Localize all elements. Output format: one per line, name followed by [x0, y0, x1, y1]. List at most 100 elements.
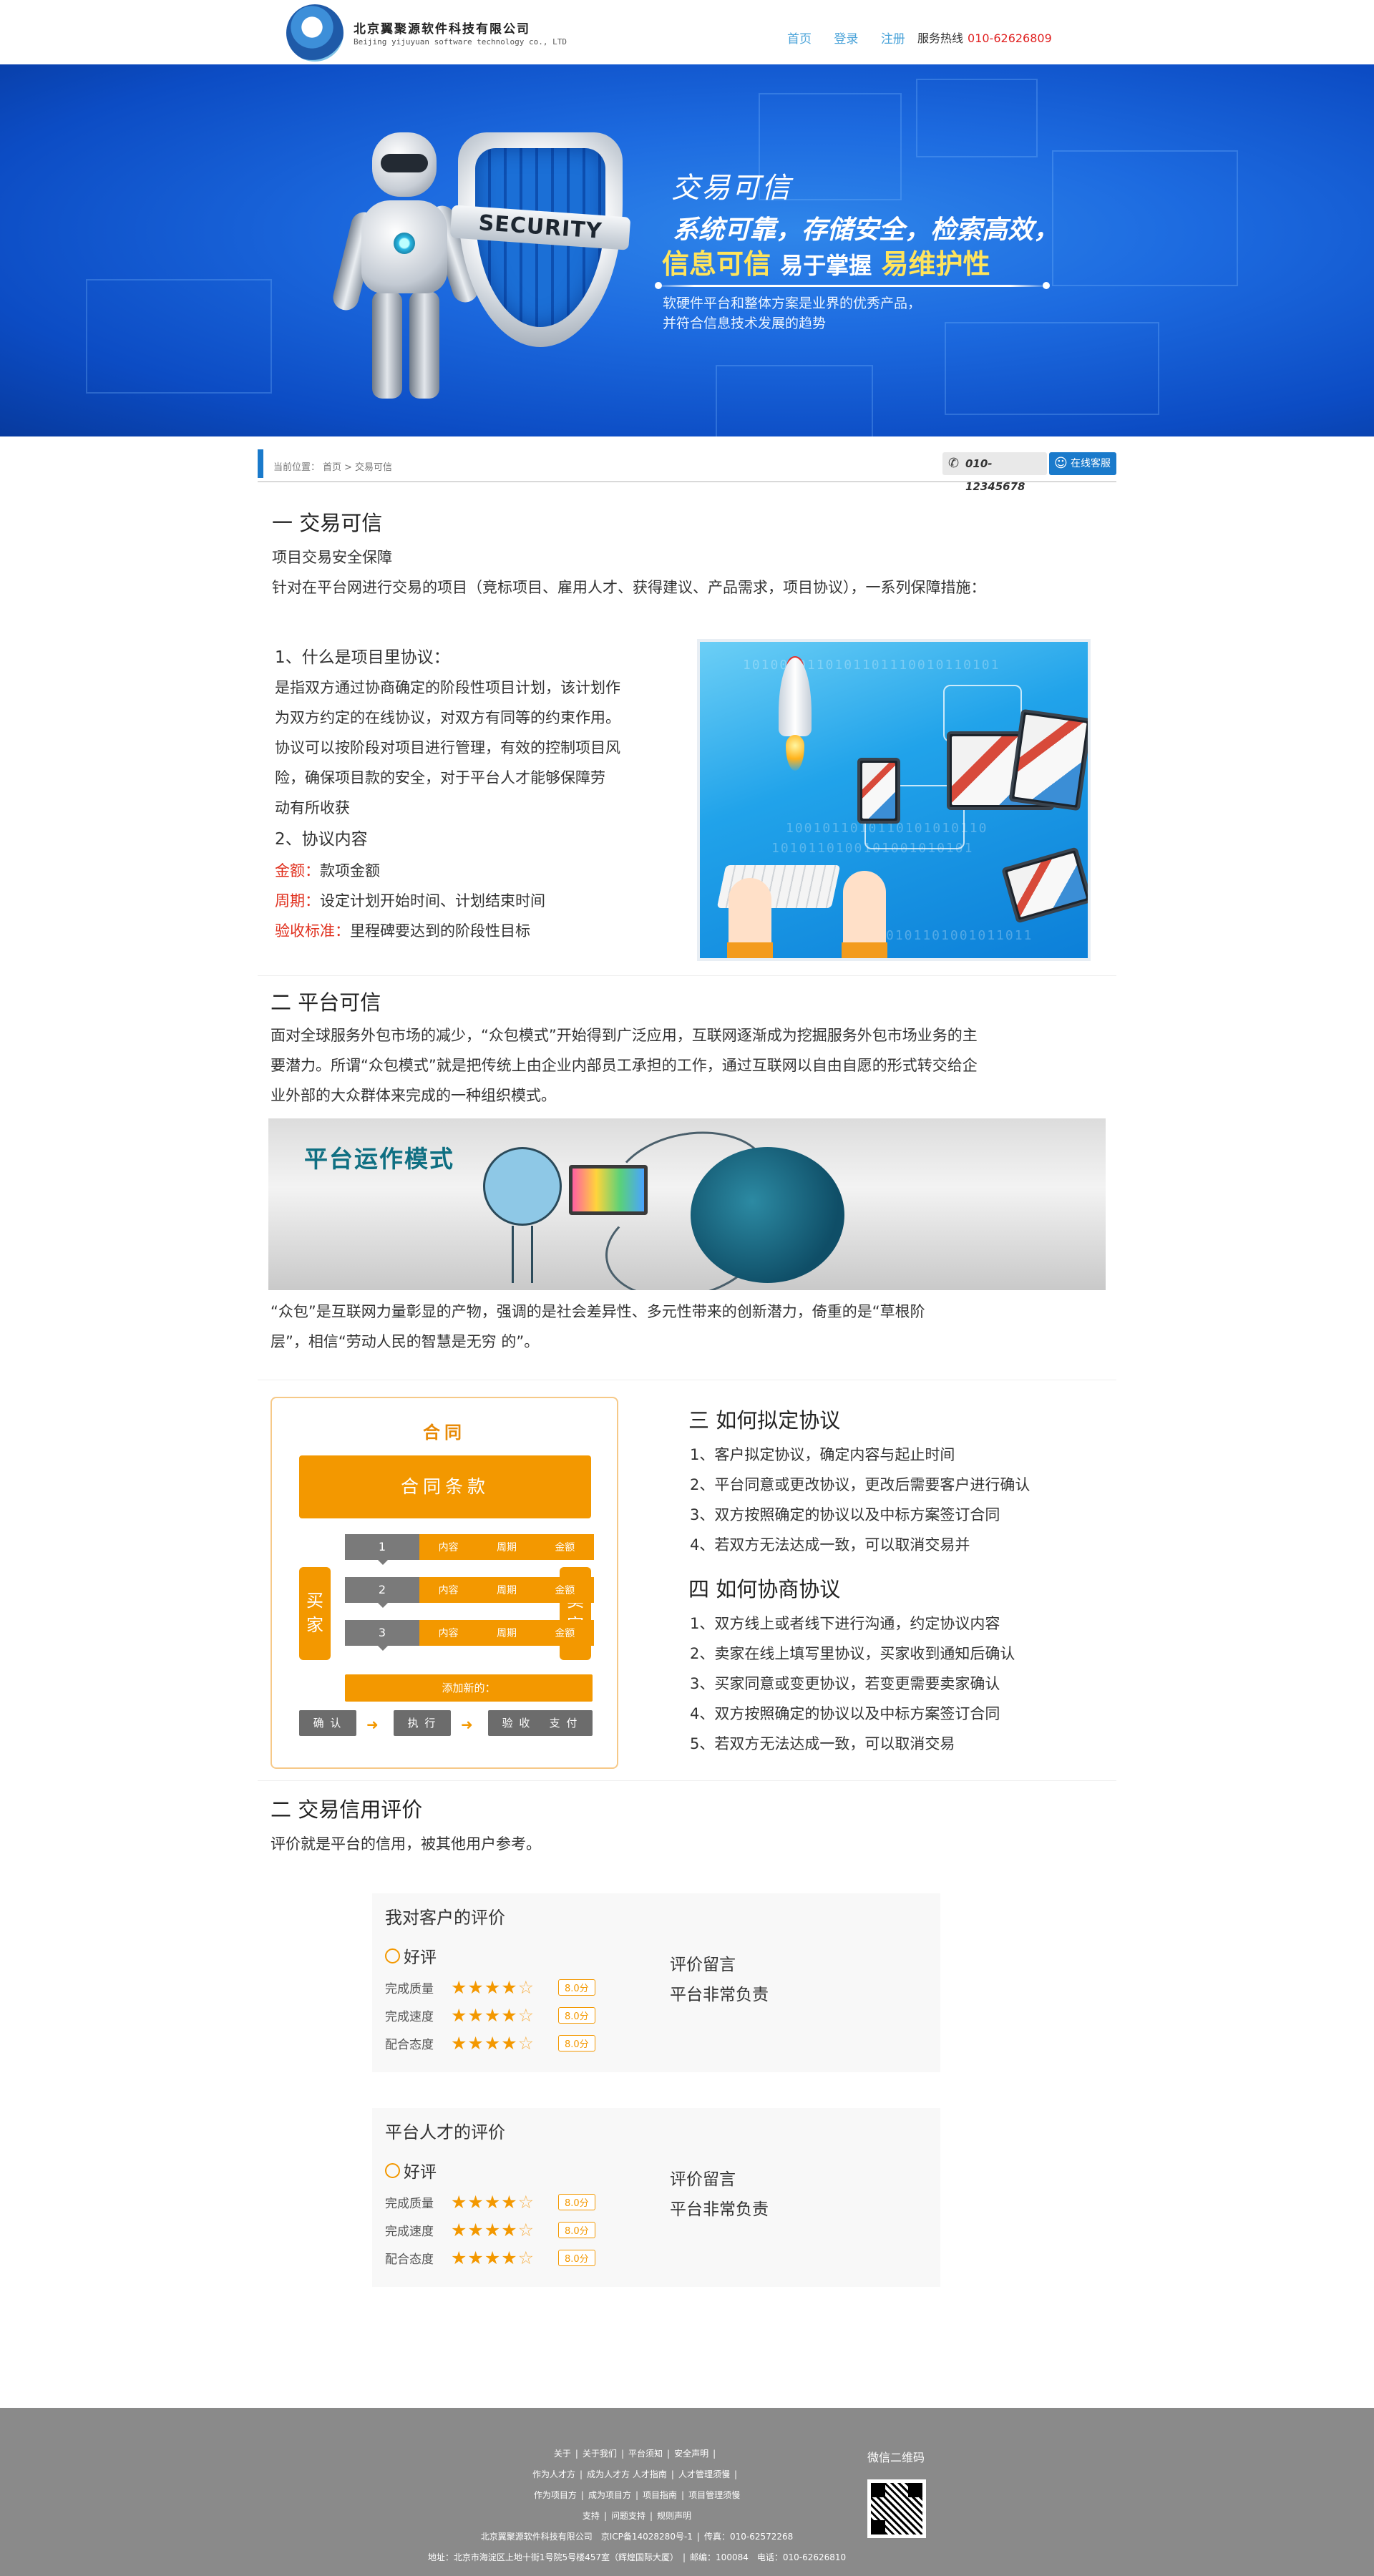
contract-row: 3 内容 周期 金额: [345, 1620, 594, 1651]
footer-link[interactable]: 支持: [583, 2511, 600, 2521]
question-heading: 2、协议内容: [275, 830, 368, 849]
arrow-right-icon: ➜: [366, 1716, 379, 1733]
footer-icp: 京ICP备14028280号-1: [600, 2532, 693, 2542]
section-title-negotiate: 四 如何协商协议: [688, 1577, 841, 1601]
rating-row: 完成质量 ★★★★☆ 8.0分: [385, 2190, 595, 2214]
section-title-trade: 一 交易可信: [272, 511, 383, 535]
buyer-char: 家: [306, 1615, 323, 1635]
footer-row: 地址：北京市海淀区上地十街1号院5号楼457室（辉煌国际大厦） | 邮编：10008…: [427, 2552, 847, 2562]
section-title-credit: 二 交易信用评价: [271, 1797, 423, 1822]
rating-grade: 好评: [385, 1943, 437, 1968]
agreement-description: 是指双方通过协商确定的阶段性项目计划，该计划作 为双方约定的在线协议，对双方有同…: [275, 673, 690, 823]
item-value: 里程碑要达到的阶段性目标: [350, 922, 530, 940]
arrow-right-icon: ➜: [461, 1716, 473, 1733]
footer-row: 支持 | 问题支持 | 规则声明: [582, 2511, 692, 2521]
footer-link[interactable]: 项目管理须慢: [688, 2490, 740, 2500]
nav-login-link[interactable]: 登录: [834, 32, 858, 47]
comment-label: 评价留言: [670, 2170, 736, 2189]
item-key: 周期：: [275, 892, 320, 909]
question-heading: 1、什么是项目里协议：: [275, 648, 450, 667]
banner-title: 交易可信: [671, 172, 791, 205]
footer-link[interactable]: 安全声明: [674, 2449, 708, 2459]
nav-register-link[interactable]: 注册: [881, 32, 905, 47]
footer-link[interactable]: 作为人才方: [532, 2469, 575, 2479]
draft-steps: 1、客户拟定协议，确定内容与起止时间 2、平台同意或更改协议，更改后需要客户进行…: [690, 1440, 1112, 1560]
star-rating-icon: ★★★★☆: [451, 2032, 535, 2054]
tablet-icon: [857, 758, 900, 824]
text-line: 险，确保项目款的安全，对于平台人才能够保障劳: [275, 769, 605, 786]
rating-card-title: 平台人才的评价: [385, 2122, 505, 2142]
banner-divider: [655, 282, 1050, 289]
footer-link[interactable]: 规则声明: [657, 2511, 691, 2521]
row-number: 1: [345, 1534, 419, 1565]
footer-link[interactable]: 成为人才方 人才指南: [587, 2469, 667, 2479]
nav-home-link[interactable]: 首页: [787, 32, 812, 47]
crowdsourcing-caption: “众包”是互联网力量彰显的产物，强调的是社会差异性、多元性带来的创新潜力，倚重的…: [271, 1297, 1108, 1357]
cell: 金额: [555, 1628, 575, 1639]
online-service-button[interactable]: 在线客服: [1049, 452, 1116, 475]
breadcrumb-home-link[interactable]: 首页: [323, 462, 341, 473]
agreement-item: 周期：设定计划开始时间、计划结束时间: [275, 886, 545, 916]
footer-link[interactable]: 平台须知: [628, 2449, 663, 2459]
hotline: 服务热线 010-62626809: [917, 29, 1052, 46]
globe-icon: [691, 1147, 844, 1283]
cell: 金额: [555, 1585, 575, 1596]
rating-card: 我对客户的评价 好评 完成质量 ★★★★☆ 8.0分 完成速度 ★★★★☆ 8.…: [372, 1893, 940, 2072]
cell: 周期: [496, 1628, 517, 1639]
text-line: 业外部的大众群体来完成的一种组织模式。: [271, 1087, 556, 1104]
list-item: 5、若双方无法达成一致，可以取消交易: [690, 1735, 955, 1752]
agreement-item: 金额：款项金额: [275, 856, 545, 886]
footer-link[interactable]: 作为项目方: [534, 2490, 577, 2500]
cell: 内容: [438, 1628, 459, 1639]
contract-title: 合同: [423, 1423, 466, 1443]
banner-grid-deco: [916, 79, 1038, 157]
flame-icon: [786, 735, 804, 771]
crowdsourcing-illustration: 平台运作模式: [268, 1118, 1106, 1290]
footer-phone: 电话：010-62626810: [756, 2552, 847, 2562]
banner-desc-line: 软硬件平台和整体方案是业界的优秀产品，: [663, 296, 922, 311]
rating-row: 配合态度 ★★★★☆ 8.0分: [385, 2245, 595, 2270]
buyer-label: 买 家: [299, 1567, 331, 1660]
text-line: 为双方约定的在线协议，对双方有同等的约束作用。: [275, 709, 620, 726]
banner-grid-deco: [1052, 150, 1238, 286]
row-number: 3: [345, 1620, 419, 1651]
text-line: 协议可以按阶段对项目进行管理，有效的控制项目风: [275, 739, 620, 756]
company-logo[interactable]: [286, 4, 344, 62]
rating-score: 8.0分: [558, 2034, 595, 2051]
footer-company: 北京翼聚源软件科技有限公司: [480, 2532, 593, 2542]
rating-row: 完成速度 ★★★★☆ 8.0分: [385, 2218, 595, 2242]
text-line: 层”，相信“劳动人民的智慧是无穷 的”。: [271, 1333, 540, 1350]
footer-fax: 传真：010-62572268: [703, 2532, 794, 2542]
rating-score: 8.0分: [558, 2249, 595, 2266]
footer-link[interactable]: 关于: [554, 2449, 571, 2459]
agreement-items: 金额：款项金额 周期：设定计划开始时间、计划结束时间 验收标准：里程碑要达到的阶…: [275, 856, 545, 946]
footer-link[interactable]: 问题支持: [611, 2511, 645, 2521]
section-intro: 针对在平台网进行交易的项目（竞标项目、雇用人才、获得建议、产品需求，项目协议），…: [272, 579, 986, 596]
rating-row: 完成速度 ★★★★☆ 8.0分: [385, 2003, 595, 2027]
comment-label: 评价留言: [670, 1956, 736, 1974]
section-subtitle: 项目交易安全保障: [272, 549, 392, 566]
agreement-item: 验收标准：里程碑要达到的阶段性目标: [275, 916, 545, 946]
star-rating-icon: ★★★★☆: [451, 2004, 535, 2026]
banner-grid-deco: [716, 365, 873, 436]
footer-link[interactable]: 成为项目方: [588, 2490, 631, 2500]
qr-title: 微信二维码: [867, 2451, 925, 2464]
banner-desc-line: 并符合信息技术发展的趋势: [663, 316, 827, 331]
breadcrumb-accent: [258, 449, 263, 478]
footer-link[interactable]: 项目指南: [643, 2490, 677, 2500]
item-value: 款项金额: [320, 862, 380, 879]
section-title-platform: 二 平台可信: [271, 990, 381, 1015]
banner-grid-deco: [945, 322, 1159, 415]
contract-terms: 合同条款: [299, 1455, 591, 1518]
item-key: 金额：: [275, 862, 320, 879]
add-new-row: 添加新的：: [345, 1674, 593, 1702]
footer-link[interactable]: 人才管理须慢: [678, 2469, 730, 2479]
list-item: 2、卖家在线上填写里协议，买家收到通知后确认: [690, 1645, 1015, 1662]
footer-link[interactable]: 关于我们: [583, 2449, 617, 2459]
footer-address: 地址：北京市海淀区上地十街1号院5号楼457室（辉煌国际大厦）: [427, 2552, 678, 2562]
rating-score: 8.0分: [558, 1979, 595, 1996]
hotline-label: 服务热线: [917, 31, 964, 45]
rating-label: 完成质量: [385, 2196, 434, 2211]
rating-card: 平台人才的评价 好评 完成质量 ★★★★☆ 8.0分 完成速度 ★★★★☆ 8.…: [372, 2108, 940, 2287]
credit-intro: 评价就是平台的信用，被其他用户参考。: [271, 1835, 541, 1853]
